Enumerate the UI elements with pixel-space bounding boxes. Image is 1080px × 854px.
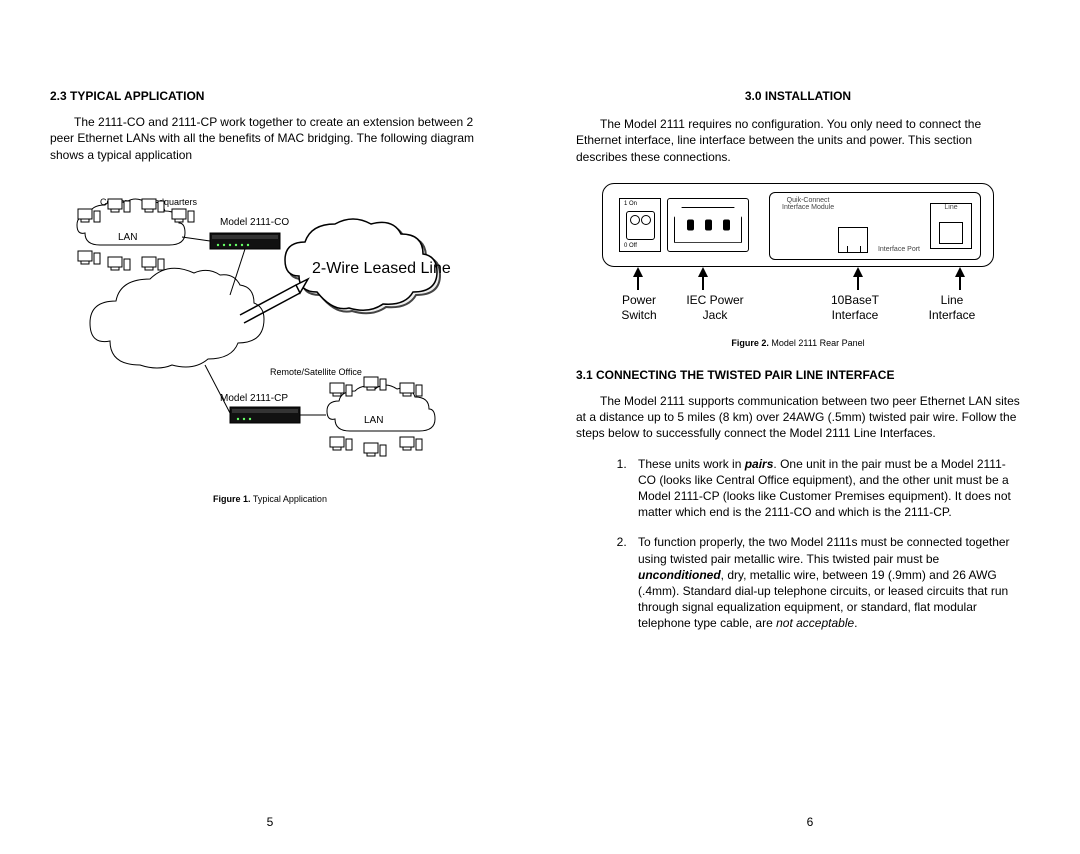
para-3-1: The Model 2111 supports communication be… [576, 393, 1020, 442]
rj45-icon [838, 227, 868, 253]
figure-1: Corporate Headquarters LAN Model 2111-CO [50, 185, 490, 505]
model-co-label: Model 2111-CO [220, 217, 289, 228]
page-number-left: 5 [0, 814, 540, 830]
heading-3-1: 3.1 CONNECTING THE TWISTED PAIR LINE INT… [576, 367, 1020, 383]
figure-1-caption: Figure 1. Typical Application [50, 493, 490, 505]
callout-labels: Power Switch IEC Power Jack 10BaseT Inte… [603, 293, 993, 323]
callout-arrows [603, 267, 993, 293]
device-co-icon [210, 233, 280, 249]
page-left: 2.3 TYPICAL APPLICATION The 2111-CO and … [0, 0, 540, 854]
lan-bottom-label: LAN [364, 415, 383, 426]
callout-line-interface: Line Interface [917, 293, 987, 323]
callout-10baset: 10BaseT Interface [815, 293, 895, 323]
figure-2-caption: Figure 2. Model 2111 Rear Panel [576, 337, 1020, 349]
steps-list: These units work in pairs. One unit in t… [576, 456, 1020, 632]
heading-2-3: 2.3 TYPICAL APPLICATION [50, 88, 490, 104]
figure-1-svg: Corporate Headquarters LAN Model 2111-CO [70, 185, 470, 485]
leased-cloud: 2-Wire Leased Line [285, 219, 451, 313]
device-cp-icon [230, 407, 300, 423]
step-2: To function properly, the two Model 2111… [630, 534, 1020, 631]
leased-label: 2-Wire Leased Line [312, 260, 451, 277]
page-spread: 2.3 TYPICAL APPLICATION The 2111-CO and … [0, 0, 1080, 854]
page-number-right: 6 [540, 814, 1080, 830]
model-cp-label: Model 2111-CP [220, 393, 288, 404]
callout-iec-power: IEC Power Jack [675, 293, 755, 323]
power-switch-icon: 1 On 0 Off [619, 198, 661, 252]
page-right: 3.0 INSTALLATION The Model 2111 requires… [540, 0, 1080, 854]
callout-power-switch: Power Switch [609, 293, 669, 323]
line-jack-icon: Line [930, 203, 972, 249]
para-3-0: The Model 2111 requires no configuration… [576, 116, 1020, 165]
para-2-3: The 2111-CO and 2111-CP work together to… [50, 114, 490, 163]
remote-label: Remote/Satellite Office [270, 367, 362, 377]
iec-jack-icon [667, 198, 749, 252]
figure-2: 1 On 0 Off Quik-Connect Interface Module… [576, 183, 1020, 349]
heading-3-0: 3.0 INSTALLATION [576, 88, 1020, 104]
interface-module-icon: Quik-Connect Interface Module Interface … [769, 192, 981, 260]
lan-top-label: LAN [118, 232, 137, 243]
step-1: These units work in pairs. One unit in t… [630, 456, 1020, 521]
rear-panel-diagram: 1 On 0 Off Quik-Connect Interface Module… [602, 183, 994, 267]
